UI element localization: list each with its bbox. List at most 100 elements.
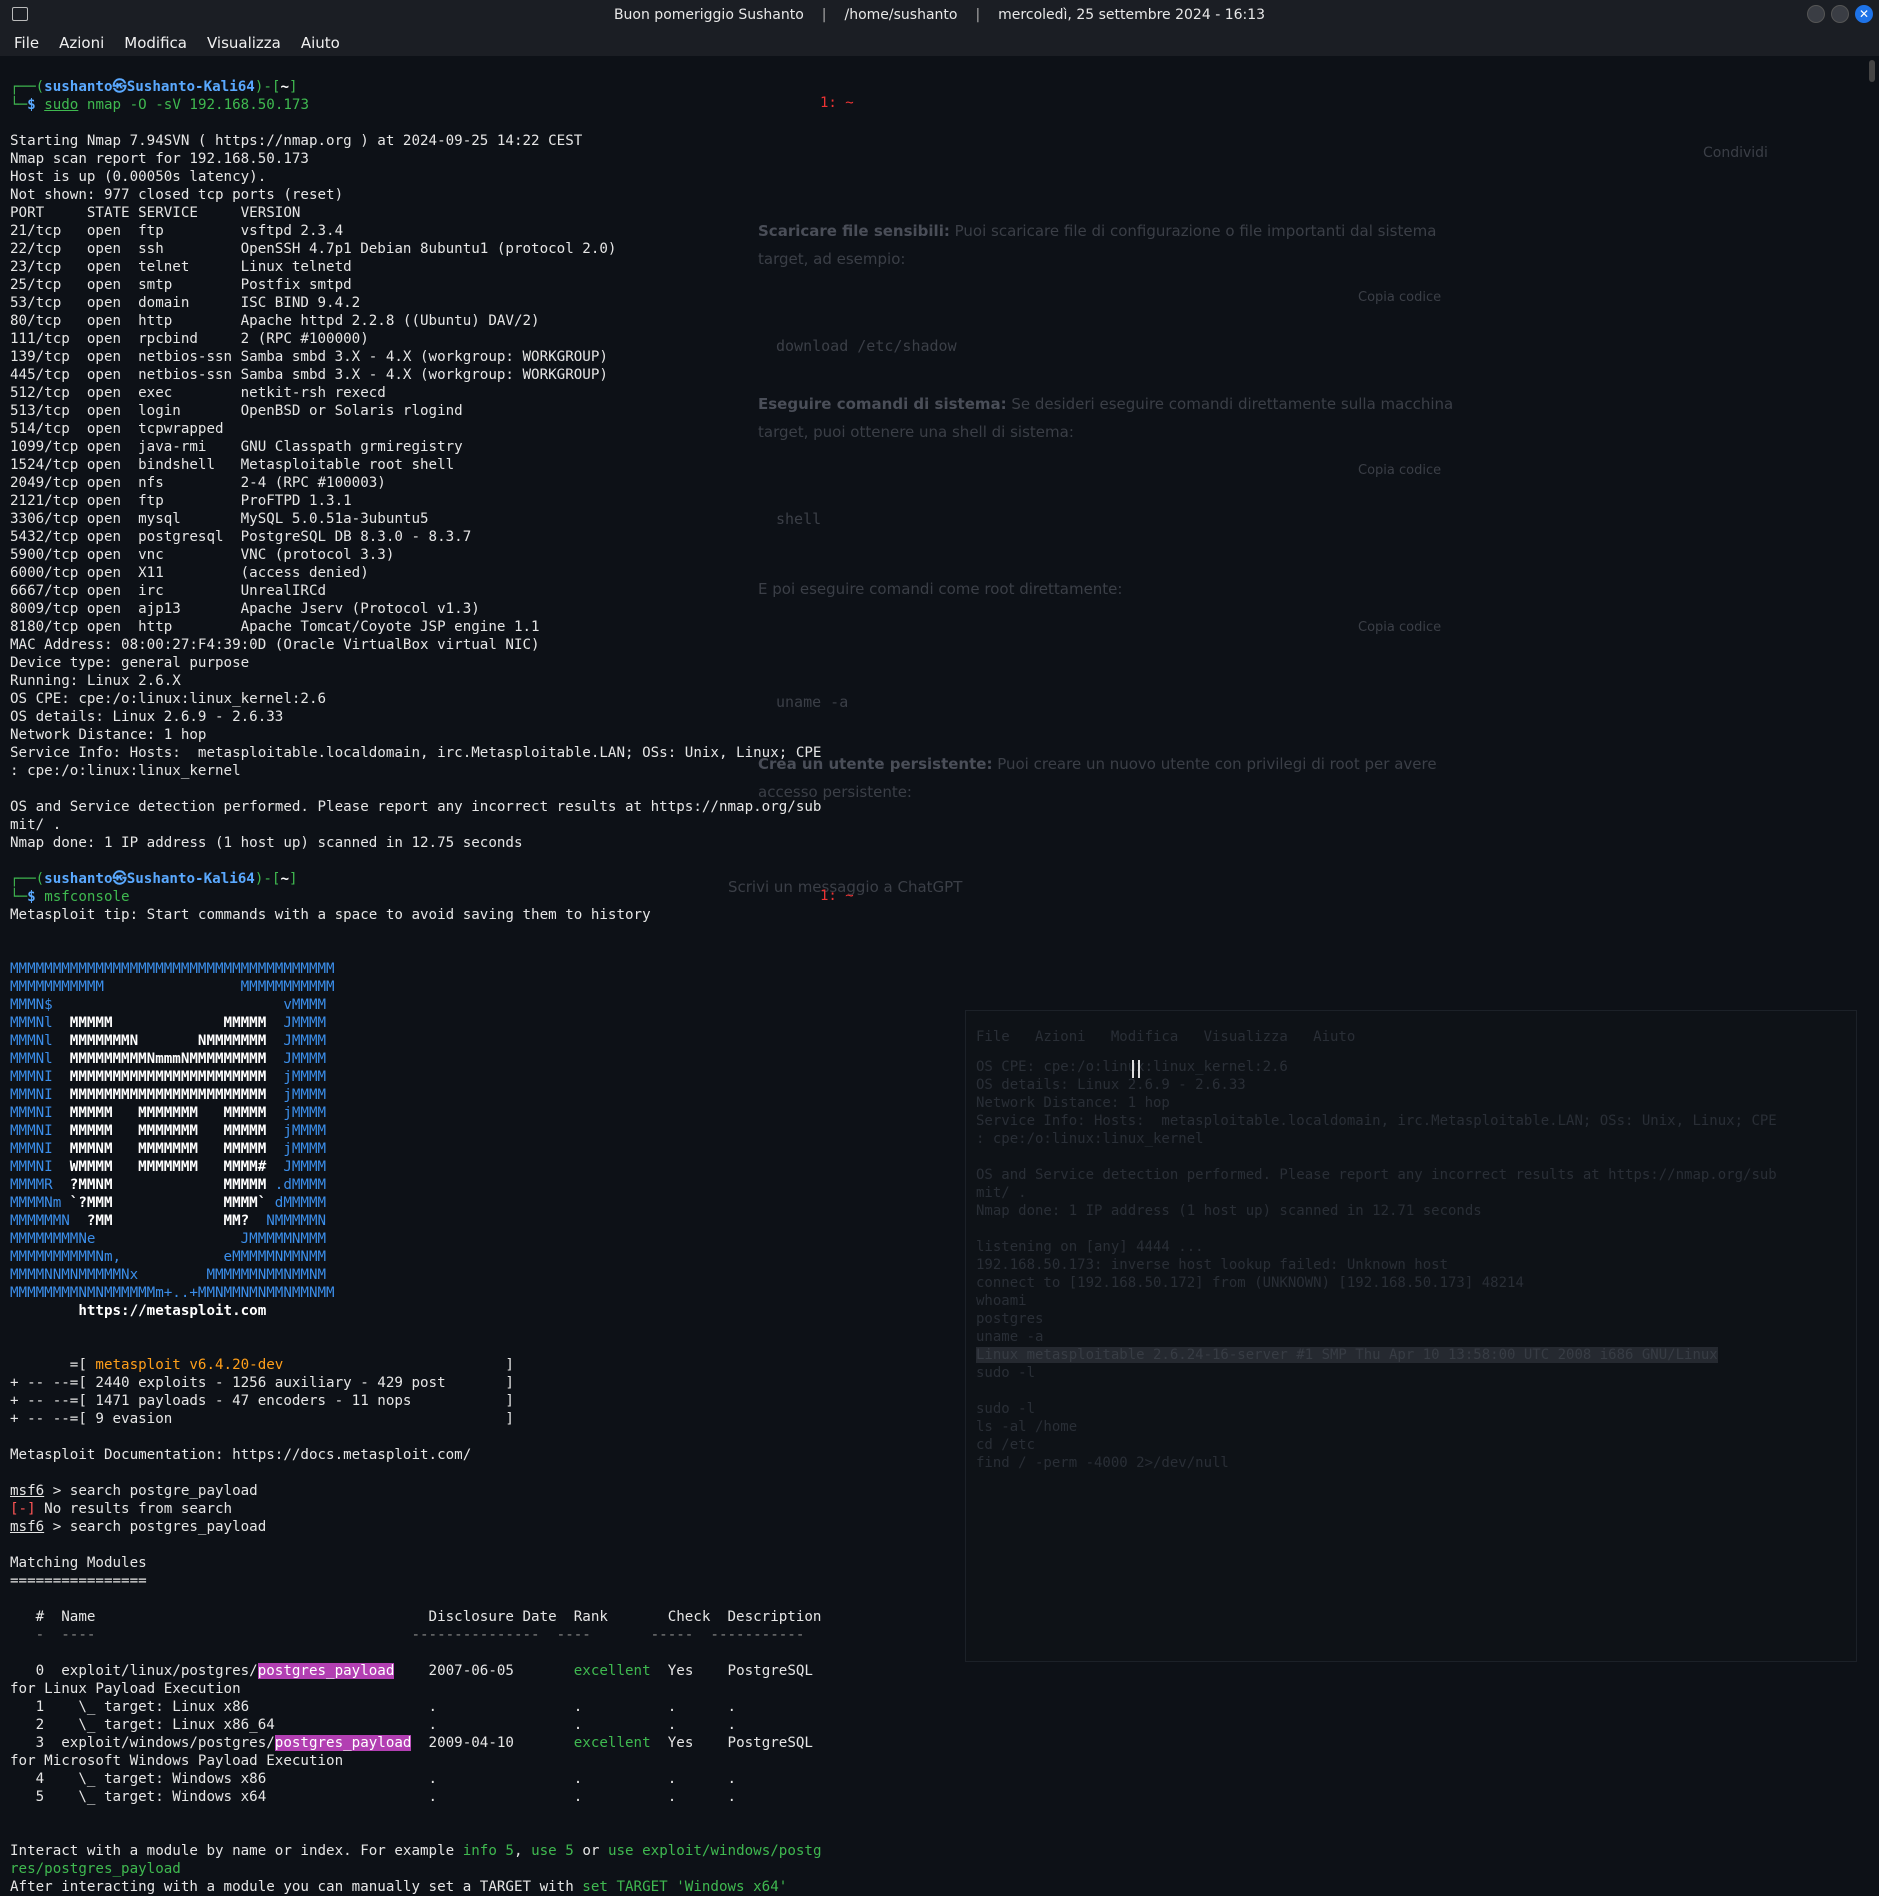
output-text: Running: Linux 2.6.X — [10, 673, 181, 689]
no-results-line: [-] No results from search — [10, 1500, 822, 1518]
nmap-output-line: 80/tcp open http Apache httpd 2.2.8 ((Ub… — [10, 312, 822, 330]
nmap-output-line: 139/tcp open netbios-ssn Samba smbd 3.X … — [10, 348, 822, 366]
table-row: 1 \_ target: Linux x86 . . . . — [10, 1698, 822, 1716]
ghost-item-3: Scaricare file sensibili: Puoi scaricare… — [758, 217, 1478, 273]
section-title: Matching Modules — [10, 1555, 147, 1571]
banner-white: MMMMM MMMMM — [69, 1015, 267, 1031]
prompt-bracket: ] — [289, 79, 298, 95]
output-text: 512/tcp open exec netkit-rsh rexecd — [10, 385, 386, 401]
menu-visualizza[interactable]: Visualizza — [207, 34, 281, 52]
msf-tip: Metasploit tip: Start commands with a sp… — [10, 906, 822, 924]
banner-blue: MMMMNNMNMMMMMNx MMMMMMNMMNMMNM — [10, 1267, 327, 1283]
nmap-output-line: 512/tcp open exec netkit-rsh rexecd — [10, 384, 822, 402]
nmap-output-line: 25/tcp open smtp Postfix smtpd — [10, 276, 822, 294]
banner-blue: MMMMMMMMMMM MMMMMMMMMMM — [10, 979, 335, 995]
nmap-output-line — [10, 780, 822, 798]
stats-text: 2440 exploits - 1256 auxiliary - 429 pos… — [95, 1375, 506, 1391]
nmap-output-line: Running: Linux 2.6.X — [10, 672, 822, 690]
ghost-terminal-line: sudo -l — [976, 1365, 1036, 1381]
table-row-wrap: for Linux Payload Execution — [10, 1680, 822, 1698]
menu-modifica[interactable]: Modifica — [124, 34, 187, 52]
banner-blue: MMMMMMN — [10, 1213, 87, 1229]
banner-line: MMMNl MMMMMMMN NMMMMMMM JMMMM — [10, 1032, 822, 1050]
command-text: nmap -O -sV 192.168.50.173 — [78, 97, 309, 113]
banner-url: https://metasploit.com — [10, 1303, 267, 1319]
banner-blue: jMMMM — [266, 1141, 327, 1157]
ghost-terminal-line: mit/ . — [976, 1185, 1027, 1201]
msf-command-line: msf6 > search postgre_payload — [10, 1482, 822, 1500]
window-titlebar: Buon pomeriggio Sushanto | /home/sushant… — [0, 0, 1879, 30]
banner-blue: MMMN$ vMMMM — [10, 997, 327, 1013]
menu-aiuto[interactable]: Aiuto — [301, 34, 340, 52]
maximize-button[interactable] — [1831, 5, 1849, 23]
title-greeting: Buon pomeriggio Sushanto — [613, 7, 804, 23]
nmap-output-line: 1524/tcp open bindshell Metasploitable r… — [10, 456, 822, 474]
banner-line: MMMNl MMMMM MMMMM JMMMM — [10, 1014, 822, 1032]
terminal-icon — [12, 7, 28, 21]
banner-line: MMMNI MMMMMMMMMMMMMMMMMMMMMMM jMMMM — [10, 1086, 822, 1104]
output-text: OS CPE: cpe:/o:linux:linux_kernel:2.6 — [10, 691, 327, 707]
close-button[interactable]: ✕ — [1855, 5, 1873, 23]
banner-blue: MMMNI — [10, 1159, 70, 1175]
hint-command: use 5 — [531, 1843, 574, 1859]
nmap-output-line: 5432/tcp open postgresql PostgreSQL DB 8… — [10, 528, 822, 546]
output-text: 139/tcp open netbios-ssn Samba smbd 3.X … — [10, 349, 608, 365]
nmap-output-line: 22/tcp open ssh OpenSSH 4.7p1 Debian 8ub… — [10, 240, 822, 258]
banner-line: MMMMMMMMMMM MMMMMMMMMMM — [10, 978, 822, 996]
output-text: PORT STATE SERVICE VERSION — [10, 205, 301, 221]
output-text: 3306/tcp open mysql MySQL 5.0.51a-3ubunt… — [10, 511, 429, 527]
nmap-output-line: 8180/tcp open http Apache Tomcat/Coyote … — [10, 618, 822, 636]
window-controls: ✕ — [1807, 5, 1873, 23]
prompt-command-line: └─$ msfconsole — [10, 888, 822, 906]
module-description: for Linux Payload Execution — [10, 1681, 241, 1697]
banner-url-line: https://metasploit.com — [10, 1302, 822, 1320]
msf-command: > search postgre_payload — [44, 1483, 258, 1499]
nmap-output-line: 23/tcp open telnet Linux telnetd — [10, 258, 822, 276]
ghost-terminal-line: Linux metasploitable 2.6.24-16-server #1… — [976, 1347, 1718, 1363]
scrollbar-thumb[interactable] — [1869, 60, 1875, 82]
banner-line: MMMNI MMMMM MMMMMMM MMMMM jMMMM — [10, 1122, 822, 1140]
banner-white: ?MM MM? — [86, 1213, 250, 1229]
command-sudo: sudo — [44, 97, 79, 113]
prompt-bracket: ┌──( — [10, 871, 45, 887]
banner-line: MMMMMMMMMMMMMMMMMMMMMMMMMMMMMMMMMMMMMM — [10, 960, 822, 978]
stats-bracket: ] — [505, 1411, 514, 1427]
table-header: # Name Disclosure Date Rank Check Descri… — [10, 1608, 822, 1626]
prompt-bracket: )-[ — [254, 79, 281, 95]
output-text: 2049/tcp open nfs 2-4 (RPC #100003) — [10, 475, 386, 491]
banner-blue: MMMNI — [10, 1123, 70, 1139]
stats-bracket: + -- --=[ — [10, 1411, 96, 1427]
nmap-output-line: 3306/tcp open mysql MySQL 5.0.51a-3ubunt… — [10, 510, 822, 528]
prompt-user-host: sushanto㉿Sushanto-Kali64 — [44, 871, 255, 887]
module-check-desc: Yes PostgreSQL — [667, 1735, 813, 1751]
banner-line: MMMN$ vMMMM — [10, 996, 822, 1014]
banner-blue: MMMNl — [10, 1015, 70, 1031]
menu-azioni[interactable]: Azioni — [59, 34, 104, 52]
banner-blue: MMMNl — [10, 1051, 70, 1067]
menu-file[interactable]: File — [14, 34, 39, 52]
nmap-output-line: OS details: Linux 2.6.9 - 2.6.33 — [10, 708, 822, 726]
banner-blue: jMMMM — [266, 1087, 327, 1103]
output-text: Network Distance: 1 hop — [10, 727, 207, 743]
minimize-button[interactable] — [1807, 5, 1825, 23]
banner-blue: .dMMMM — [266, 1177, 327, 1193]
banner-blue: jMMMM — [266, 1105, 327, 1121]
hint-text: or — [573, 1843, 608, 1859]
ghost-terminal-line: OS details: Linux 2.6.9 - 2.6.33 — [976, 1077, 1246, 1093]
ghost-terminal-line: OS and Service detection performed. Plea… — [976, 1167, 1777, 1183]
output-text: 25/tcp open smtp Postfix smtpd — [10, 277, 352, 293]
terminal-output[interactable]: ┌──(sushanto㉿Sushanto-Kali64)-[~] └─$ sud… — [10, 78, 822, 1896]
command-text: msfconsole — [44, 889, 130, 905]
banner-line: MMMMMMMMMMNm, eMMMMMNMMNMM — [10, 1248, 822, 1266]
banner-white: ?MMNM MMMMM — [69, 1177, 267, 1193]
banner-blue: MMMNl — [10, 1033, 70, 1049]
tip-text: Metasploit tip: Start commands with a sp… — [10, 907, 651, 923]
banner-line: MMMNI MMMNM MMMMMMM MMMMM jMMMM — [10, 1140, 822, 1158]
ghost-terminal-line: sudo -l — [976, 1401, 1036, 1417]
output-text: mit/ . — [10, 817, 62, 833]
